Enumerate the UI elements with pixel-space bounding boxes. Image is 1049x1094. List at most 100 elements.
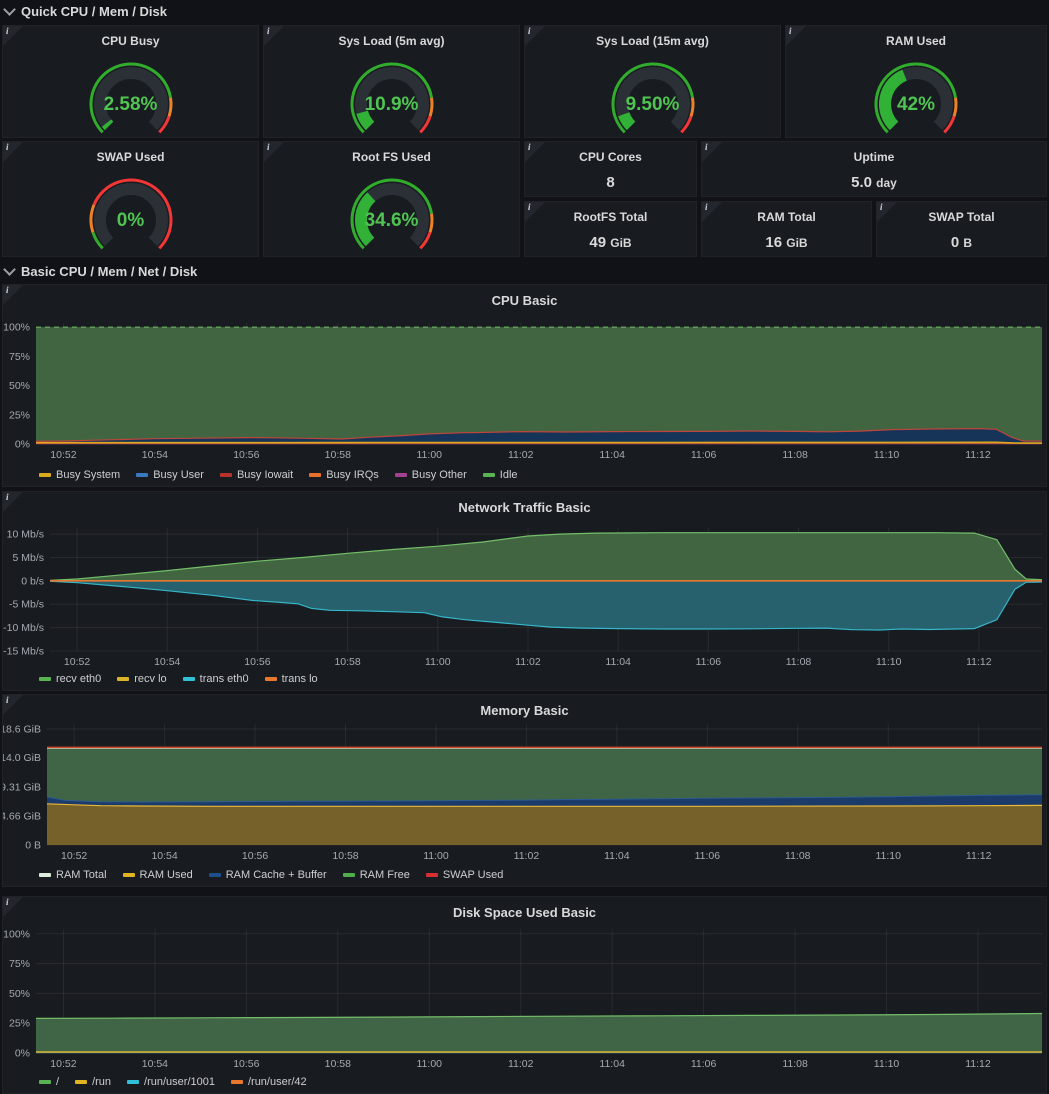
legend-item--run-user-1001[interactable]: /run/user/1001 — [127, 1076, 215, 1088]
x-axis-tick-label: 11:10 — [874, 1058, 900, 1069]
panel-info-icon[interactable]: i — [702, 202, 722, 222]
panel-title[interactable]: RAM Total — [702, 210, 871, 224]
x-axis-tick-label: 11:00 — [417, 449, 443, 461]
legend-swatch — [183, 677, 195, 681]
x-axis-tick-label: 11:12 — [966, 656, 992, 667]
legend-label: RAM Total — [56, 869, 107, 881]
x-axis-tick-label: 11:04 — [604, 850, 630, 861]
legend-item-ram-free[interactable]: RAM Free — [343, 869, 410, 881]
panel-rootfs-used: i Root FS Used 34.6% — [263, 141, 520, 257]
gauge-arc — [317, 46, 467, 136]
panel-info-icon[interactable]: i — [702, 142, 722, 162]
x-axis-tick-label: 10:56 — [233, 1058, 259, 1069]
gauge-value: 34.6% — [264, 210, 519, 232]
panel-memory-basic: 18.6 GiB14.0 GiB9.31 GiB4.66 GiB0 B10:52… — [2, 694, 1047, 887]
info-icon-glyph: i — [528, 26, 531, 36]
gauge-value: 42% — [786, 94, 1046, 116]
section-header-quick[interactable]: Quick CPU / Mem / Disk — [0, 0, 1049, 22]
panel-title[interactable]: Disk Space Used Basic — [3, 905, 1046, 920]
panel-info-icon[interactable]: i — [264, 142, 284, 162]
y-axis-tick-label: 100% — [3, 322, 30, 334]
gauge: 0% — [3, 162, 258, 256]
legend-item--run-user-42[interactable]: /run/user/42 — [231, 1076, 307, 1088]
x-axis-tick-label: 10:58 — [325, 449, 351, 461]
panel-swap-total: i SWAP Total 0 B — [876, 201, 1047, 257]
panel-title[interactable]: CPU Cores — [525, 150, 696, 164]
panel-title[interactable]: RootFS Total — [525, 210, 696, 224]
y-axis-tick-label: 0% — [15, 439, 30, 451]
gauge: 9.50% — [525, 46, 780, 137]
info-icon-glyph: i — [528, 202, 531, 212]
legend-item--[interactable]: / — [39, 1076, 59, 1088]
x-axis-tick-label: 11:10 — [875, 850, 901, 861]
legend-item-busy-irqs[interactable]: Busy IRQs — [309, 469, 379, 481]
panel-info-icon[interactable]: i — [525, 202, 545, 222]
panel-info-icon[interactable]: i — [877, 202, 897, 222]
legend-swatch — [483, 473, 495, 477]
legend-swatch — [39, 1080, 51, 1084]
y-axis-tick-label: -5 Mb/s — [9, 599, 44, 611]
y-axis-tick-label: 4.66 GiB — [3, 810, 41, 822]
legend-item-trans-lo[interactable]: trans lo — [265, 673, 318, 685]
legend-item--run[interactable]: /run — [75, 1076, 111, 1088]
legend-item-idle[interactable]: Idle — [483, 469, 518, 481]
panel-title[interactable]: CPU Basic — [3, 293, 1046, 308]
legend-item-busy-user[interactable]: Busy User — [136, 469, 204, 481]
legend-item-ram-cache-buffer[interactable]: RAM Cache + Buffer — [209, 869, 327, 881]
panel-title[interactable]: SWAP Total — [877, 210, 1046, 224]
section-title: Basic CPU / Mem / Net / Disk — [21, 264, 197, 279]
legend-swatch — [39, 873, 51, 877]
x-axis-tick-label: 11:06 — [695, 850, 721, 861]
legend-item-busy-system[interactable]: Busy System — [39, 469, 120, 481]
legend-item-ram-total[interactable]: RAM Total — [39, 869, 107, 881]
panel-info-icon[interactable]: i — [525, 142, 545, 162]
section-header-basic[interactable]: Basic CPU / Mem / Net / Disk — [0, 260, 1049, 282]
gauge-arc — [56, 162, 206, 252]
y-axis-tick-label: 100% — [3, 928, 30, 940]
x-axis-tick-label: 11:00 — [423, 850, 449, 861]
legend-swatch — [127, 1080, 139, 1084]
legend-item-swap-used[interactable]: SWAP Used — [426, 869, 504, 881]
gauge-arc — [578, 46, 728, 136]
legend-label: trans eth0 — [200, 673, 249, 685]
legend-item-busy-other[interactable]: Busy Other — [395, 469, 467, 481]
legend-label: Busy Iowait — [237, 469, 293, 481]
gauge: 10.9% — [264, 46, 519, 137]
chevron-down-icon — [3, 3, 16, 16]
legend-item-ram-used[interactable]: RAM Used — [123, 869, 193, 881]
panel-info-icon[interactable]: i — [264, 26, 284, 46]
gauge-arc — [841, 46, 991, 136]
info-icon-glyph: i — [705, 142, 708, 152]
panel-title[interactable]: Uptime — [702, 150, 1046, 164]
panel-info-icon[interactable]: i — [3, 26, 23, 46]
panel-cpu-basic: 100%75%50%25%0%10:5210:5410:5610:5811:00… — [2, 284, 1047, 487]
legend-swatch — [265, 677, 277, 681]
legend-item-busy-iowait[interactable]: Busy Iowait — [220, 469, 293, 481]
y-axis-tick-label: 25% — [9, 409, 30, 421]
panel-title[interactable]: Network Traffic Basic — [3, 500, 1046, 515]
x-axis-tick-label: 11:02 — [508, 449, 534, 461]
legend-label: Busy IRQs — [326, 469, 379, 481]
panel-info-icon[interactable]: i — [3, 142, 23, 162]
cpu-basic-chart[interactable]: 100%75%50%25%0%10:5210:5410:5610:5811:00… — [3, 285, 1046, 463]
legend-label: RAM Free — [360, 869, 410, 881]
x-axis-tick-label: 10:52 — [50, 449, 76, 461]
info-icon-glyph: i — [528, 142, 531, 152]
network-traffic-basic-chart[interactable]: 10 Mb/s5 Mb/s0 b/s-5 Mb/s-10 Mb/s-15 Mb/… — [3, 492, 1046, 667]
panel-info-icon[interactable]: i — [525, 26, 545, 46]
legend-item-recv-eth0[interactable]: recv eth0 — [39, 673, 101, 685]
x-axis-tick-label: 11:04 — [599, 449, 625, 461]
memory-basic-chart[interactable]: 18.6 GiB14.0 GiB9.31 GiB4.66 GiB0 B10:52… — [3, 695, 1046, 861]
panel-network-traffic-basic: 10 Mb/s5 Mb/s0 b/s-5 Mb/s-10 Mb/s-15 Mb/… — [2, 491, 1047, 691]
y-axis-tick-label: 14.0 GiB — [3, 752, 41, 764]
legend-item-trans-eth0[interactable]: trans eth0 — [183, 673, 249, 685]
panel-info-icon[interactable]: i — [786, 26, 806, 46]
stat-value: 16 GiB — [702, 234, 871, 251]
legend-item-recv-lo[interactable]: recv lo — [117, 673, 166, 685]
panel-title[interactable]: Memory Basic — [3, 703, 1046, 718]
legend-swatch — [117, 677, 129, 681]
disk-space-used-basic-chart[interactable]: 100%75%50%25%0%10:5210:5410:5610:5811:00… — [3, 897, 1046, 1069]
y-axis-tick-label: 75% — [9, 958, 30, 970]
legend-swatch — [426, 873, 438, 877]
info-icon-glyph: i — [267, 26, 270, 36]
